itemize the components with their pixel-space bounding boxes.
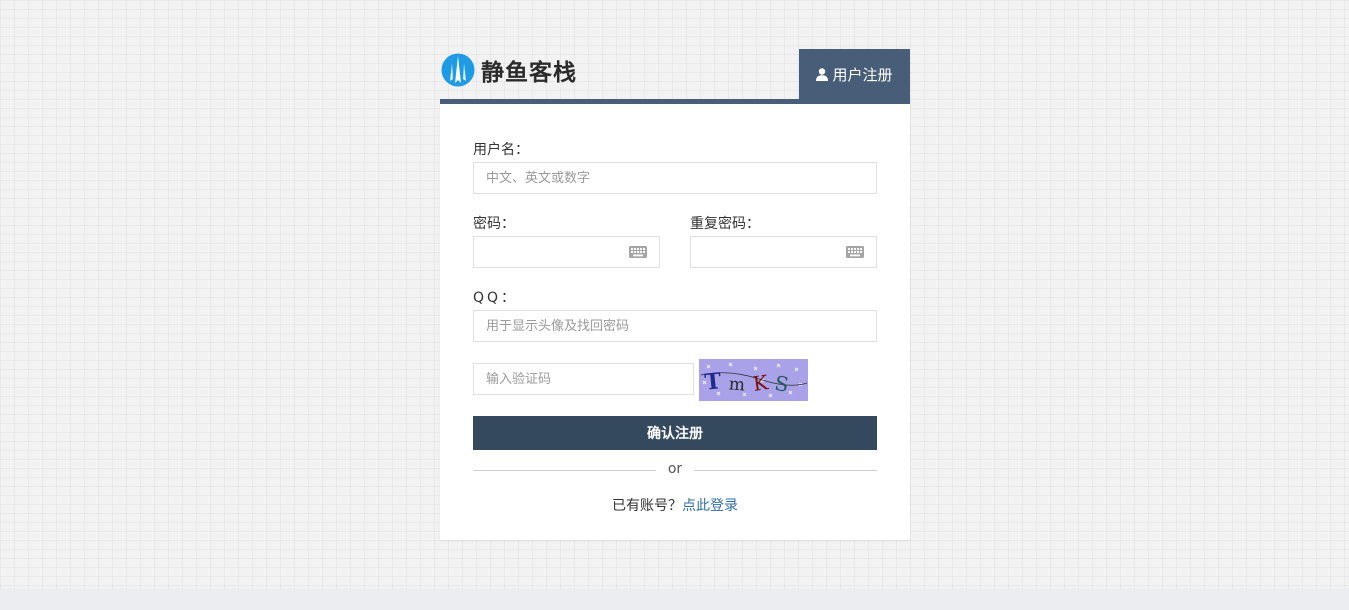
tab-register[interactable]: 用户注册	[799, 49, 910, 99]
divider-line-right	[694, 470, 877, 471]
site-logo[interactable]: 静鱼客栈	[441, 51, 577, 89]
repeat-password-label: 重复密码：	[690, 216, 760, 232]
keyboard-icon[interactable]	[629, 246, 647, 258]
tab-register-label: 用户注册	[832, 65, 893, 84]
username-input[interactable]	[473, 162, 877, 194]
login-prompt: 已有账号？点此登录	[440, 495, 910, 515]
or-divider: or	[473, 461, 877, 477]
footer-strip	[0, 589, 1349, 610]
jingyu-logo-icon	[441, 53, 475, 87]
user-icon	[816, 67, 829, 81]
submit-register-button[interactable]: 确认注册	[473, 416, 877, 450]
captcha-input[interactable]	[473, 363, 694, 395]
register-panel: 静鱼客栈 用户注册 用户名： 密码： 重复密码： QQ：	[440, 49, 910, 540]
username-label: 用户名：	[473, 142, 529, 158]
password-label: 密码：	[473, 216, 515, 232]
divider-line-left	[473, 470, 656, 471]
captcha-image[interactable]: T m K S	[699, 359, 808, 401]
captcha-char: T	[704, 368, 724, 396]
panel-header: 静鱼客栈 用户注册	[440, 49, 910, 104]
logo-text: 静鱼客栈	[481, 60, 577, 86]
captcha-char: m	[728, 374, 745, 395]
login-prompt-text: 已有账号？	[612, 498, 682, 514]
register-form: 用户名： 密码： 重复密码： QQ：	[440, 104, 910, 540]
login-link[interactable]: 点此登录	[682, 498, 738, 514]
qq-input[interactable]	[473, 310, 877, 342]
divider-text: or	[667, 461, 683, 477]
qq-label: QQ：	[473, 290, 519, 306]
keyboard-icon[interactable]	[846, 246, 864, 258]
